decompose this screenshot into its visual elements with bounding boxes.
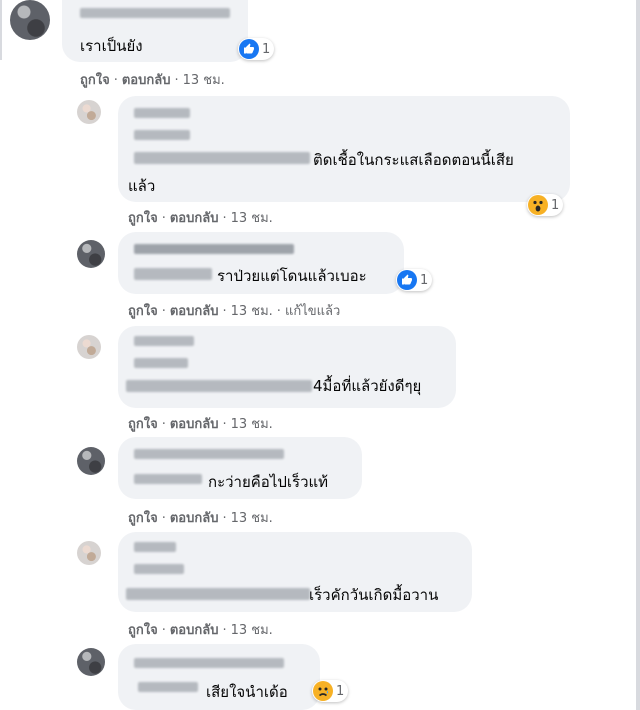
blurred-text [134,474,202,484]
avatar[interactable] [77,335,101,359]
blurred-text [126,588,310,600]
avatar[interactable] [77,648,105,676]
comment-meta: ถูกใจ · ตอบกลับ · 13 ชม. [128,511,273,526]
comment-text: กะว่ายคือไปเร็วแท้ [208,473,329,491]
comment-text: เราเป็นยัง [80,37,143,55]
edited-label: แก้ไขแล้ว [284,304,341,319]
reply-button[interactable]: ตอบกลับ [170,417,219,432]
window-edge [636,0,640,710]
comment-text: เสียใจนำเด้อ [206,683,288,701]
avatar[interactable] [77,541,101,565]
reaction-count[interactable]: 1 [527,194,564,216]
comment-meta: ถูกใจ · ตอบกลับ · 13 ชม. [128,623,273,638]
timestamp[interactable]: 13 ชม. [231,417,273,432]
blurred-name [134,542,176,552]
comment-meta: ถูกใจ · ตอบกลับ · 13 ชม. [128,211,273,226]
blurred-name [134,336,194,346]
timestamp[interactable]: 13 ชม. [231,304,273,319]
reply-button[interactable]: ตอบกลับ [170,623,219,638]
timestamp[interactable]: 13 ชม. [183,73,225,88]
comment-meta: ถูกใจ · ตอบกลับ · 13 ชม. [128,417,273,432]
like-button[interactable]: ถูกใจ [128,511,158,526]
comment-text: เร็วคักวันเกิดมื้อวาน [309,586,439,604]
comment-meta: ถูกใจ · ตอบกลับ · 13 ชม. [80,73,225,88]
blurred-text [134,564,184,574]
comment-text: 4มื้อที่แล้วยังดีๆยุ [313,377,422,395]
like-icon [239,39,259,59]
like-button[interactable]: ถูกใจ [128,623,158,638]
blurred-name [134,658,284,668]
reply-button[interactable]: ตอบกลับ [122,73,171,88]
reaction-count[interactable]: 1 [396,269,433,291]
comment-text-line2: แล้ว [128,177,156,195]
timestamp[interactable]: 13 ชม. [231,511,273,526]
like-button[interactable]: ถูกใจ [128,304,158,319]
comment-text: ราป่วยแต่โดนแล้วเบอะ [217,267,367,285]
blurred-text [134,358,188,368]
wow-icon [528,195,548,215]
avatar[interactable] [77,447,105,475]
blurred-name [80,8,230,18]
blurred-name [134,449,284,459]
reaction-count[interactable]: 1 [312,680,349,702]
sad-icon [313,681,333,701]
avatar[interactable] [10,0,50,40]
blurred-text [134,268,212,280]
reaction-count[interactable]: 1 [238,38,275,60]
blurred-text [126,380,312,392]
like-icon [397,270,417,290]
blurred-name [134,244,294,254]
window-edge-left [0,0,2,60]
like-button[interactable]: ถูกใจ [80,73,110,88]
avatar[interactable] [77,100,101,124]
avatar[interactable] [77,240,105,268]
blurred-text [138,682,198,692]
timestamp[interactable]: 13 ชม. [231,623,273,638]
reply-button[interactable]: ตอบกลับ [170,211,219,226]
reply-button[interactable]: ตอบกลับ [170,304,219,319]
blurred-name [134,108,190,118]
comment-bubble [118,96,570,202]
comment-text: ติดเชื้อในกระแสเลือดตอนนี้เสีย [313,151,514,169]
timestamp[interactable]: 13 ชม. [231,211,273,226]
comment-meta: ถูกใจ · ตอบกลับ · 13 ชม. · แก้ไขแล้ว [128,304,341,319]
reply-button[interactable]: ตอบกลับ [170,511,219,526]
blurred-text [134,130,190,140]
blurred-text [134,152,310,164]
like-button[interactable]: ถูกใจ [128,211,158,226]
like-button[interactable]: ถูกใจ [128,417,158,432]
